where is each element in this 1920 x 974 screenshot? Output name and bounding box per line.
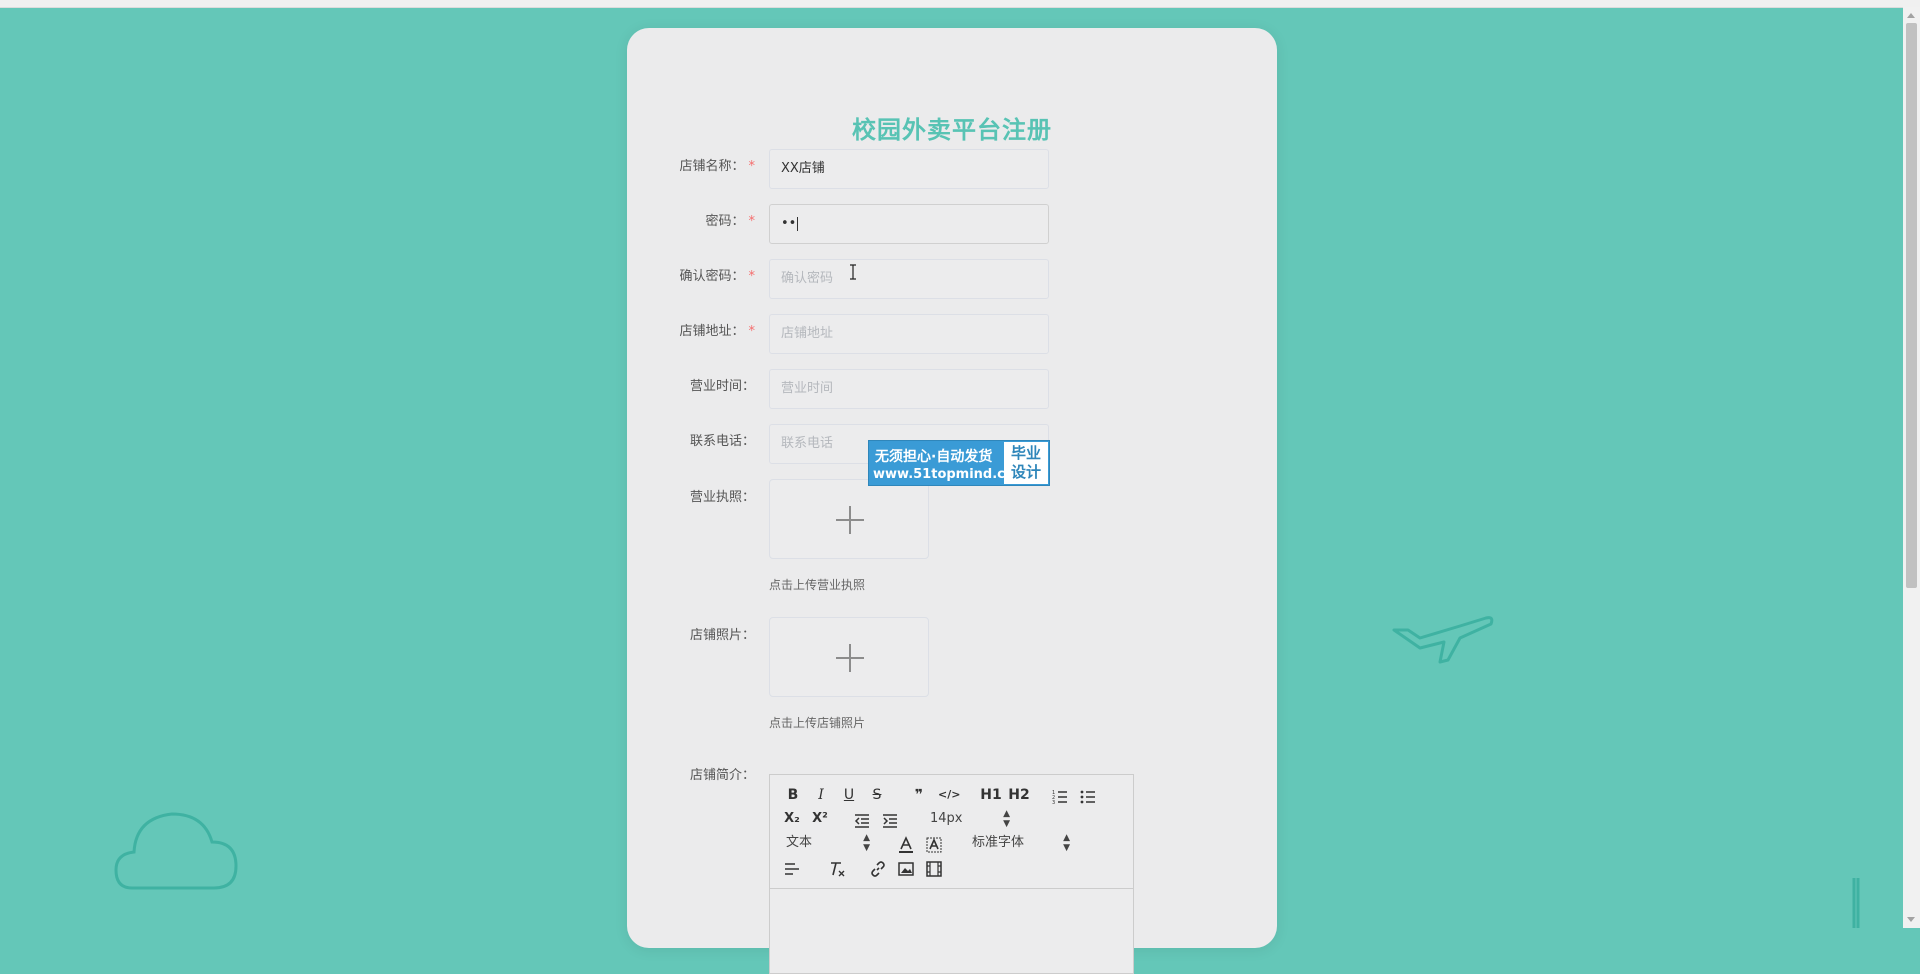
- label-shop-address: 店铺地址： *: [679, 324, 755, 339]
- italic-button[interactable]: I: [812, 785, 830, 805]
- confirm-password-input[interactable]: 确认密码: [769, 259, 1049, 299]
- bullet-list-icon[interactable]: [1080, 787, 1096, 807]
- label-shop-photo: 店铺照片：: [689, 628, 755, 643]
- select-arrows-icon: ▲ ▼: [1003, 809, 1010, 829]
- watermark-box-line2: 设计: [1010, 463, 1041, 481]
- text-cursor-icon: [850, 264, 856, 280]
- label-phone: 联系电话：: [689, 434, 755, 449]
- align-left-icon[interactable]: [784, 859, 800, 879]
- select-arrows-icon: ▲ ▼: [863, 833, 870, 853]
- strike-button[interactable]: S: [868, 785, 886, 805]
- editor-content-area[interactable]: [770, 889, 1133, 973]
- watermark-line1: 无须担心·自动发货: [875, 449, 993, 465]
- shop-name-input[interactable]: XX店铺: [769, 149, 1049, 189]
- link-icon[interactable]: [870, 859, 886, 879]
- plus-icon: [836, 644, 864, 672]
- page-title: 校园外卖平台注册: [852, 116, 1052, 144]
- photo-upload[interactable]: [769, 617, 929, 697]
- header-select-value: 文本: [786, 835, 813, 850]
- font-family-select[interactable]: 标准字体 ▲ ▼: [972, 833, 1070, 853]
- image-icon[interactable]: [898, 859, 914, 879]
- business-hours-input[interactable]: 营业时间: [769, 369, 1049, 409]
- page-scrollbar[interactable]: [1903, 7, 1920, 928]
- blockquote-button[interactable]: ❞: [910, 785, 928, 805]
- browser-top-bar: [0, 0, 1920, 8]
- font-size-value: 14px: [930, 811, 963, 826]
- label-business-license: 营业执照：: [689, 490, 755, 505]
- watermark-box-line1: 毕业: [1010, 444, 1041, 462]
- svg-text:3: 3: [1052, 800, 1055, 806]
- cloud-decoration: [114, 812, 238, 890]
- bold-button[interactable]: B: [784, 785, 802, 805]
- code-block-button[interactable]: </>: [938, 785, 960, 805]
- font-size-select[interactable]: 14px ▲ ▼: [930, 809, 1010, 829]
- license-upload[interactable]: [769, 479, 929, 559]
- rich-text-editor: B I U S ❞ </> H1 H2 123 X₂ X² 14px ▲ ▼ 文…: [769, 774, 1134, 974]
- ordered-list-icon[interactable]: 123: [1052, 787, 1068, 807]
- label-password: 密码： *: [705, 214, 755, 229]
- indent-icon[interactable]: [882, 811, 898, 831]
- label-business-hours: 营业时间：: [689, 379, 755, 394]
- label-shop-name: 店铺名称： *: [679, 159, 755, 174]
- scrollbar-thumb[interactable]: [1906, 23, 1917, 588]
- watermark-banner: 无须担心·自动发货 www.51topmind.com 毕业 设计: [868, 440, 1050, 486]
- font-family-value: 标准字体: [972, 835, 1025, 850]
- underline-button[interactable]: U: [840, 785, 858, 805]
- scroll-up-icon[interactable]: [1907, 13, 1915, 18]
- label-confirm-password: 确认密码： *: [679, 269, 755, 284]
- background-color-icon[interactable]: [926, 835, 942, 855]
- airplane-decoration: [1392, 616, 1494, 664]
- select-arrows-icon: ▲ ▼: [1063, 833, 1070, 853]
- header1-button[interactable]: H1: [980, 785, 1002, 805]
- clear-format-icon[interactable]: [828, 859, 846, 879]
- video-icon[interactable]: [926, 859, 942, 879]
- license-upload-hint: 点击上传营业执照: [769, 578, 866, 592]
- watermark-box: 毕业 设计: [1004, 442, 1048, 484]
- shop-address-input[interactable]: 店铺地址: [769, 314, 1049, 354]
- editor-toolbar: B I U S ❞ </> H1 H2 123 X₂ X² 14px ▲ ▼ 文…: [770, 775, 1133, 889]
- label-shop-intro: 店铺简介：: [689, 768, 755, 783]
- register-card: 校园外卖平台注册 店铺名称： * XX店铺 密码： * •• 确认密码： * 确认密码…: [627, 28, 1277, 974]
- font-color-icon[interactable]: [898, 835, 914, 855]
- plus-icon: [836, 506, 864, 534]
- scroll-down-icon[interactable]: [1907, 917, 1915, 922]
- superscript-button[interactable]: X²: [810, 809, 830, 829]
- subscript-button[interactable]: X₂: [782, 809, 802, 829]
- outdent-icon[interactable]: [854, 811, 870, 831]
- tower-decoration: [1852, 878, 1860, 928]
- header-select[interactable]: 文本 ▲ ▼: [786, 833, 870, 853]
- photo-upload-hint: 点击上传店铺照片: [769, 716, 866, 730]
- password-input[interactable]: ••: [769, 204, 1049, 244]
- header2-button[interactable]: H2: [1008, 785, 1030, 805]
